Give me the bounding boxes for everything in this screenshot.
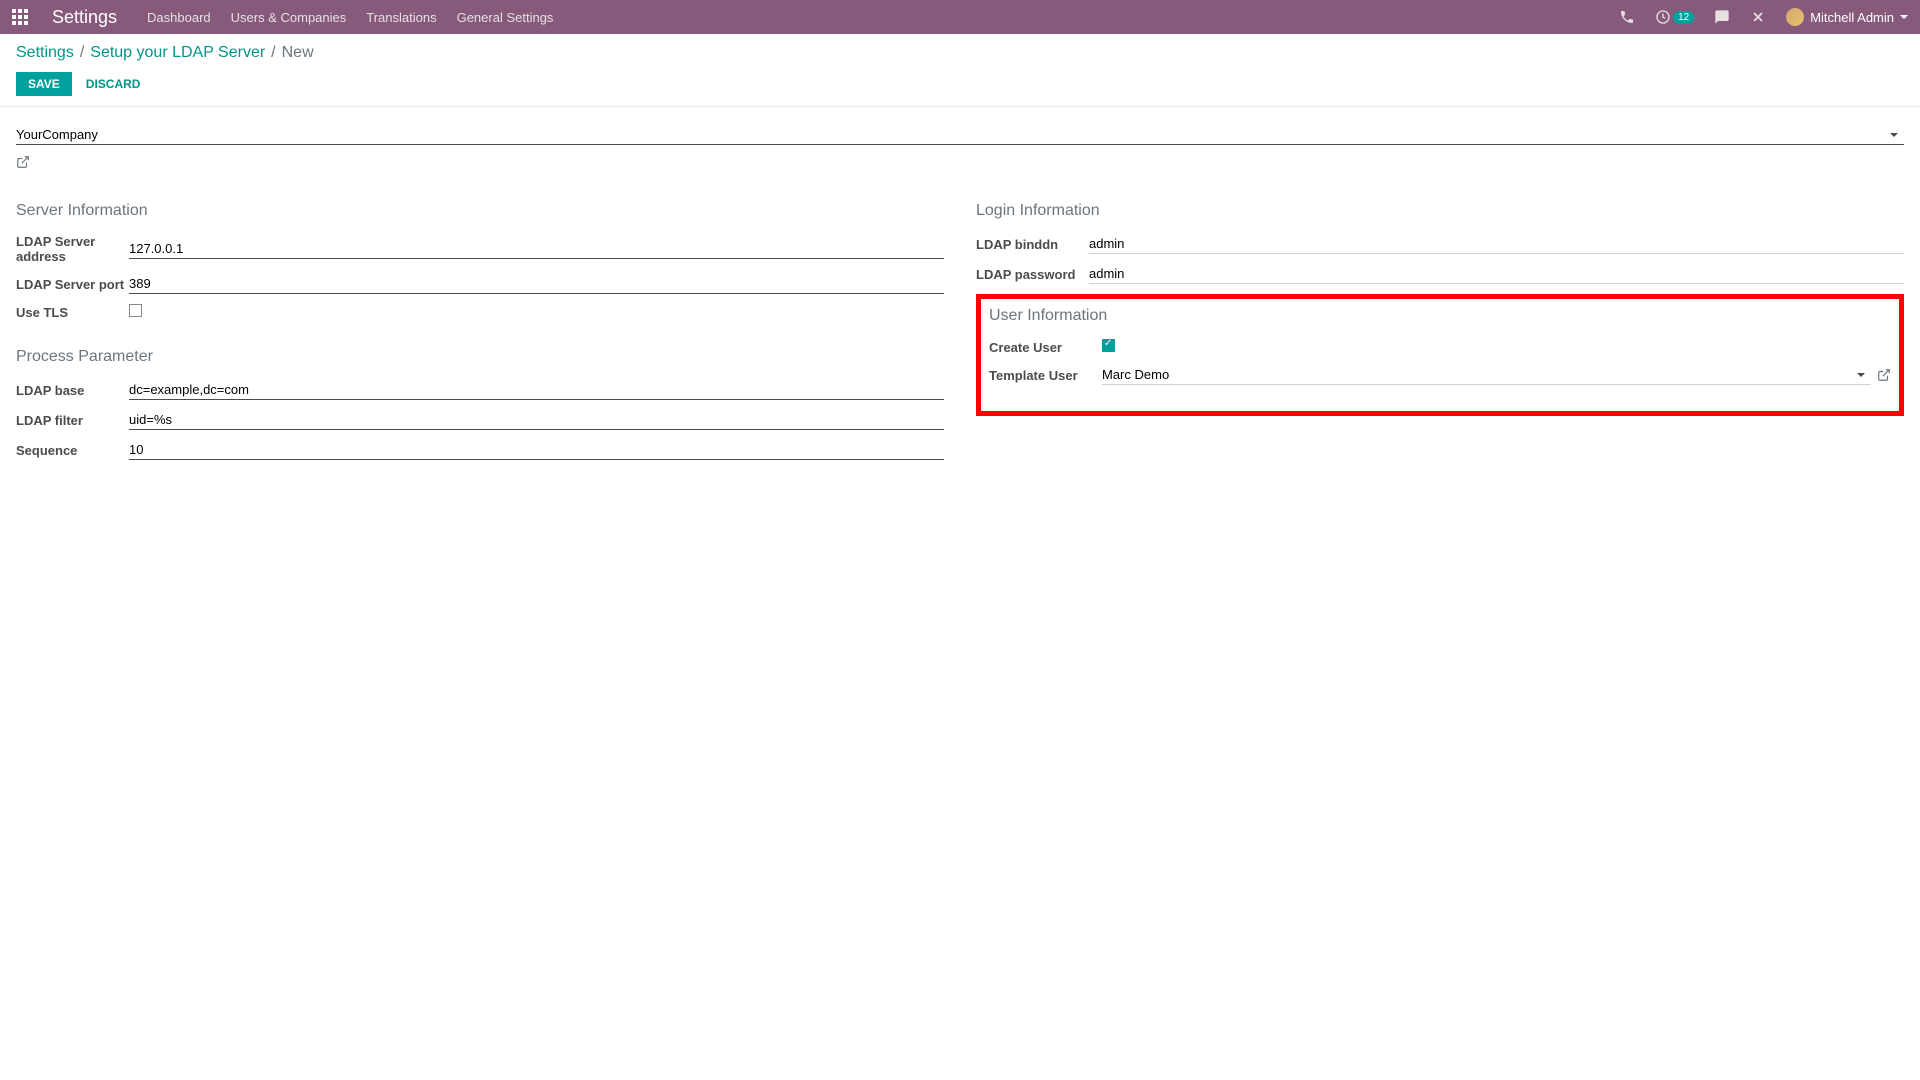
phone-icon[interactable] xyxy=(1619,9,1635,25)
app-brand: Settings xyxy=(52,7,117,28)
external-link-icon[interactable] xyxy=(16,155,30,169)
input-ldap-address[interactable] xyxy=(129,239,944,259)
label-ldap-port: LDAP Server port xyxy=(16,277,129,292)
input-ldap-port[interactable] xyxy=(129,274,944,294)
chevron-down-icon xyxy=(1900,15,1908,19)
nav-users-companies[interactable]: Users & Companies xyxy=(231,10,347,25)
user-name: Mitchell Admin xyxy=(1810,10,1894,25)
login-info-title: Login Information xyxy=(976,202,1904,220)
avatar xyxy=(1786,8,1804,26)
label-ldap-binddn: LDAP binddn xyxy=(976,237,1089,252)
nav-right: 12 Mitchell Admin xyxy=(1619,8,1908,26)
input-ldap-filter[interactable] xyxy=(129,410,944,430)
field-create-user: Create User xyxy=(989,339,1891,355)
field-ldap-password: LDAP password xyxy=(976,264,1904,284)
nav-general-settings[interactable]: General Settings xyxy=(457,10,554,25)
process-param-title: Process Parameter xyxy=(16,348,944,366)
form-sheet: Server Information LDAP Server address L… xyxy=(0,107,1920,490)
user-info-highlight: User Information Create User Template Us… xyxy=(976,294,1904,416)
notification-badge: 12 xyxy=(1673,11,1694,24)
label-sequence: Sequence xyxy=(16,443,129,458)
left-column: Server Information LDAP Server address L… xyxy=(16,192,944,470)
field-ldap-binddn: LDAP binddn xyxy=(976,234,1904,254)
field-sequence: Sequence xyxy=(16,440,944,460)
external-link-icon[interactable] xyxy=(1877,368,1891,382)
field-ldap-port: LDAP Server port xyxy=(16,274,944,294)
field-ldap-base: LDAP base xyxy=(16,380,944,400)
chevron-down-icon[interactable] xyxy=(1890,133,1898,137)
server-info-title: Server Information xyxy=(16,202,944,220)
form-columns: Server Information LDAP Server address L… xyxy=(16,192,1904,470)
breadcrumb-current: New xyxy=(282,44,314,62)
breadcrumb: Settings / Setup your LDAP Server / New xyxy=(16,44,1904,62)
field-template-user: Template User xyxy=(989,365,1891,385)
label-ldap-base: LDAP base xyxy=(16,383,129,398)
field-use-tls: Use TLS xyxy=(16,304,944,320)
input-ldap-base[interactable] xyxy=(129,380,944,400)
input-template-user[interactable] xyxy=(1102,367,1857,382)
field-ldap-address: LDAP Server address xyxy=(16,234,944,264)
discard-button[interactable]: Discard xyxy=(86,77,141,91)
breadcrumb-bar: Settings / Setup your LDAP Server / New … xyxy=(0,34,1920,96)
input-ldap-password[interactable] xyxy=(1089,264,1904,284)
activity-icon[interactable]: 12 xyxy=(1655,9,1694,25)
checkbox-create-user[interactable] xyxy=(1102,339,1115,352)
label-create-user: Create User xyxy=(989,340,1102,355)
messaging-icon[interactable] xyxy=(1714,9,1730,25)
label-ldap-password: LDAP password xyxy=(976,267,1089,282)
input-sequence[interactable] xyxy=(129,440,944,460)
label-template-user: Template User xyxy=(989,368,1102,383)
user-info-title: User Information xyxy=(989,307,1891,325)
field-ldap-filter: LDAP filter xyxy=(16,410,944,430)
chevron-down-icon[interactable] xyxy=(1857,373,1865,377)
save-button[interactable]: Save xyxy=(16,72,72,96)
label-ldap-address: LDAP Server address xyxy=(16,234,129,264)
apps-icon[interactable] xyxy=(12,9,28,25)
company-input[interactable] xyxy=(16,127,1890,142)
nav-translations[interactable]: Translations xyxy=(366,10,436,25)
breadcrumb-settings[interactable]: Settings xyxy=(16,44,74,62)
label-use-tls: Use TLS xyxy=(16,305,129,320)
company-field[interactable] xyxy=(16,127,1904,145)
user-menu[interactable]: Mitchell Admin xyxy=(1786,8,1908,26)
input-ldap-binddn[interactable] xyxy=(1089,234,1904,254)
action-row: Save Discard xyxy=(16,72,1904,96)
topbar: Settings Dashboard Users & Companies Tra… xyxy=(0,0,1920,34)
right-column: Login Information LDAP binddn LDAP passw… xyxy=(976,192,1904,470)
checkbox-use-tls[interactable] xyxy=(129,304,142,317)
nav-dashboard[interactable]: Dashboard xyxy=(147,10,211,25)
label-ldap-filter: LDAP filter xyxy=(16,413,129,428)
nav-links: Dashboard Users & Companies Translations… xyxy=(147,10,553,25)
breadcrumb-ldap[interactable]: Setup your LDAP Server xyxy=(90,44,265,62)
close-icon[interactable] xyxy=(1750,9,1766,25)
